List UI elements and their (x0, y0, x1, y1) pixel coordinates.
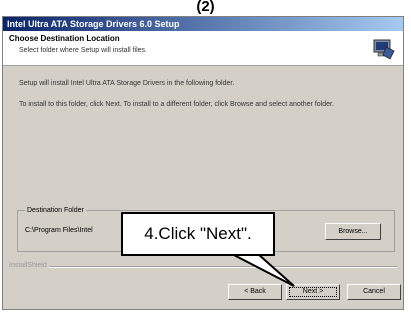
installshield-brand: InstallShield (9, 262, 47, 269)
header-title: Choose Destination Location (9, 34, 120, 43)
next-button[interactable]: Next > (286, 284, 340, 300)
wizard-header: Choose Destination Location Select folde… (3, 31, 403, 66)
setup-window: Intel Ultra ATA Storage Drivers 6.0 Setu… (2, 16, 404, 310)
step-heading: (2) (196, 0, 215, 15)
browse-button[interactable]: Browse... (325, 223, 381, 240)
back-button[interactable]: < Back (228, 284, 282, 300)
instruction-callout: 4.Click "Next". (121, 212, 275, 256)
destination-path: C:\Program Files\Intel (25, 227, 93, 234)
install-description: Setup will install Intel Ultra ATA Stora… (19, 80, 235, 87)
installer-computer-icon (373, 39, 395, 60)
install-instructions: To install to this folder, click Next. T… (19, 101, 334, 108)
footer-separator (49, 266, 397, 268)
header-subtitle: Select folder where Setup will install f… (19, 47, 148, 54)
window-titlebar: Intel Ultra ATA Storage Drivers 6.0 Setu… (3, 17, 403, 31)
destination-folder-label: Destination Folder (25, 207, 86, 214)
cancel-button[interactable]: Cancel (347, 284, 401, 300)
